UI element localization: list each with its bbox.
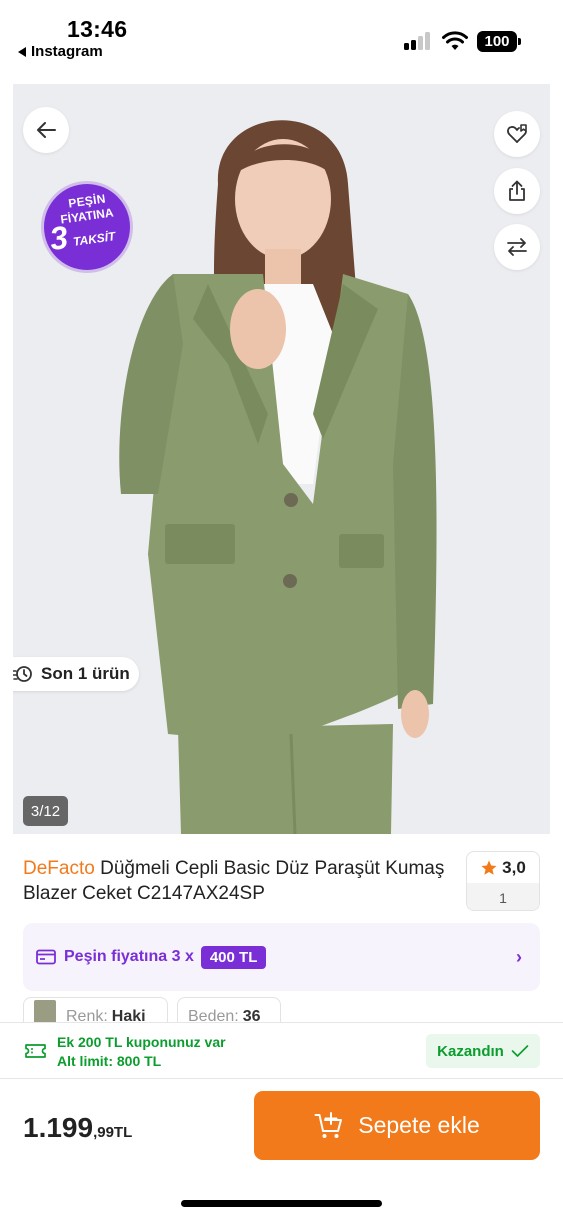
price-main: 1.199	[23, 1112, 94, 1143]
low-stock-badge: Son 1 ürün	[13, 657, 139, 691]
credit-card-icon	[36, 949, 56, 965]
status-time: 13:46	[67, 16, 128, 42]
promo-badge-line4: TAKSİT	[72, 229, 117, 249]
installment-amount: 400 TL	[200, 945, 267, 969]
share-button[interactable]	[494, 168, 540, 214]
heart-bookmark-icon	[507, 124, 527, 143]
low-stock-label: Son 1 ürün	[41, 664, 130, 683]
installment-banner[interactable]: Peşin fiyatına 3 x 400 TL ›	[23, 923, 540, 991]
star-icon	[481, 860, 497, 875]
compare-arrows-icon	[507, 238, 527, 256]
image-counter: 3/12	[23, 796, 68, 826]
purchase-bar: 1.199,99TL Sepete ekle	[0, 1080, 563, 1219]
battery-level: 100	[484, 33, 510, 50]
product-image-gallery[interactable]: PEŞİN FİYATINA 3 TAKSİT Son 1 ürün 3/12	[13, 84, 550, 834]
back-app-label: Instagram	[31, 43, 103, 60]
installment-text: Peşin fiyatına 3 x	[64, 948, 194, 965]
battery-icon: 100	[477, 31, 521, 52]
coupon-limit: Alt limit: 800 TL	[57, 1053, 162, 1069]
cart-plus-icon	[314, 1111, 343, 1138]
product-title: DeFacto Düğmeli Cepli Basic Düz Paraşüt …	[23, 856, 453, 906]
fast-clock-icon	[13, 666, 32, 682]
chevron-right-icon: ›	[516, 947, 522, 967]
rating-score: 3,0	[502, 857, 526, 877]
earned-label: Kazandın	[437, 1042, 504, 1060]
back-button[interactable]	[23, 107, 69, 153]
coupon-ticket-icon	[25, 1044, 46, 1058]
rating-box[interactable]: 3,0 1	[466, 851, 540, 911]
add-to-cart-label: Sepete ekle	[358, 1112, 480, 1138]
coupon-title: Ek 200 TL kuponunuz var	[57, 1034, 226, 1050]
rating-score-row: 3,0	[467, 852, 539, 883]
brand-link[interactable]: DeFacto	[23, 858, 95, 879]
wifi-icon	[442, 31, 468, 50]
coupon-earned-badge[interactable]: Kazandın	[426, 1034, 540, 1068]
price: 1.199,99TL	[23, 1112, 132, 1144]
rating-count: 1	[467, 883, 539, 910]
checkmark-icon	[511, 1045, 529, 1057]
coupon-bar[interactable]: Ek 200 TL kuponunuz var Alt limit: 800 T…	[0, 1022, 563, 1079]
price-decimal: ,99TL	[93, 1124, 133, 1141]
installment-promo-badge: PEŞİN FİYATINA 3 TAKSİT	[44, 184, 130, 270]
add-to-favorites-button[interactable]	[494, 111, 540, 157]
status-bar: 13:46 Instagram 100	[0, 0, 563, 84]
share-icon	[509, 180, 525, 201]
home-indicator[interactable]	[181, 1200, 382, 1207]
compare-button[interactable]	[494, 224, 540, 270]
back-to-app-link[interactable]: Instagram	[18, 43, 103, 60]
add-to-cart-button[interactable]: Sepete ekle	[254, 1091, 540, 1160]
cellular-signal-icon	[404, 32, 432, 50]
back-triangle-icon	[18, 46, 26, 57]
arrow-left-icon	[37, 122, 56, 138]
